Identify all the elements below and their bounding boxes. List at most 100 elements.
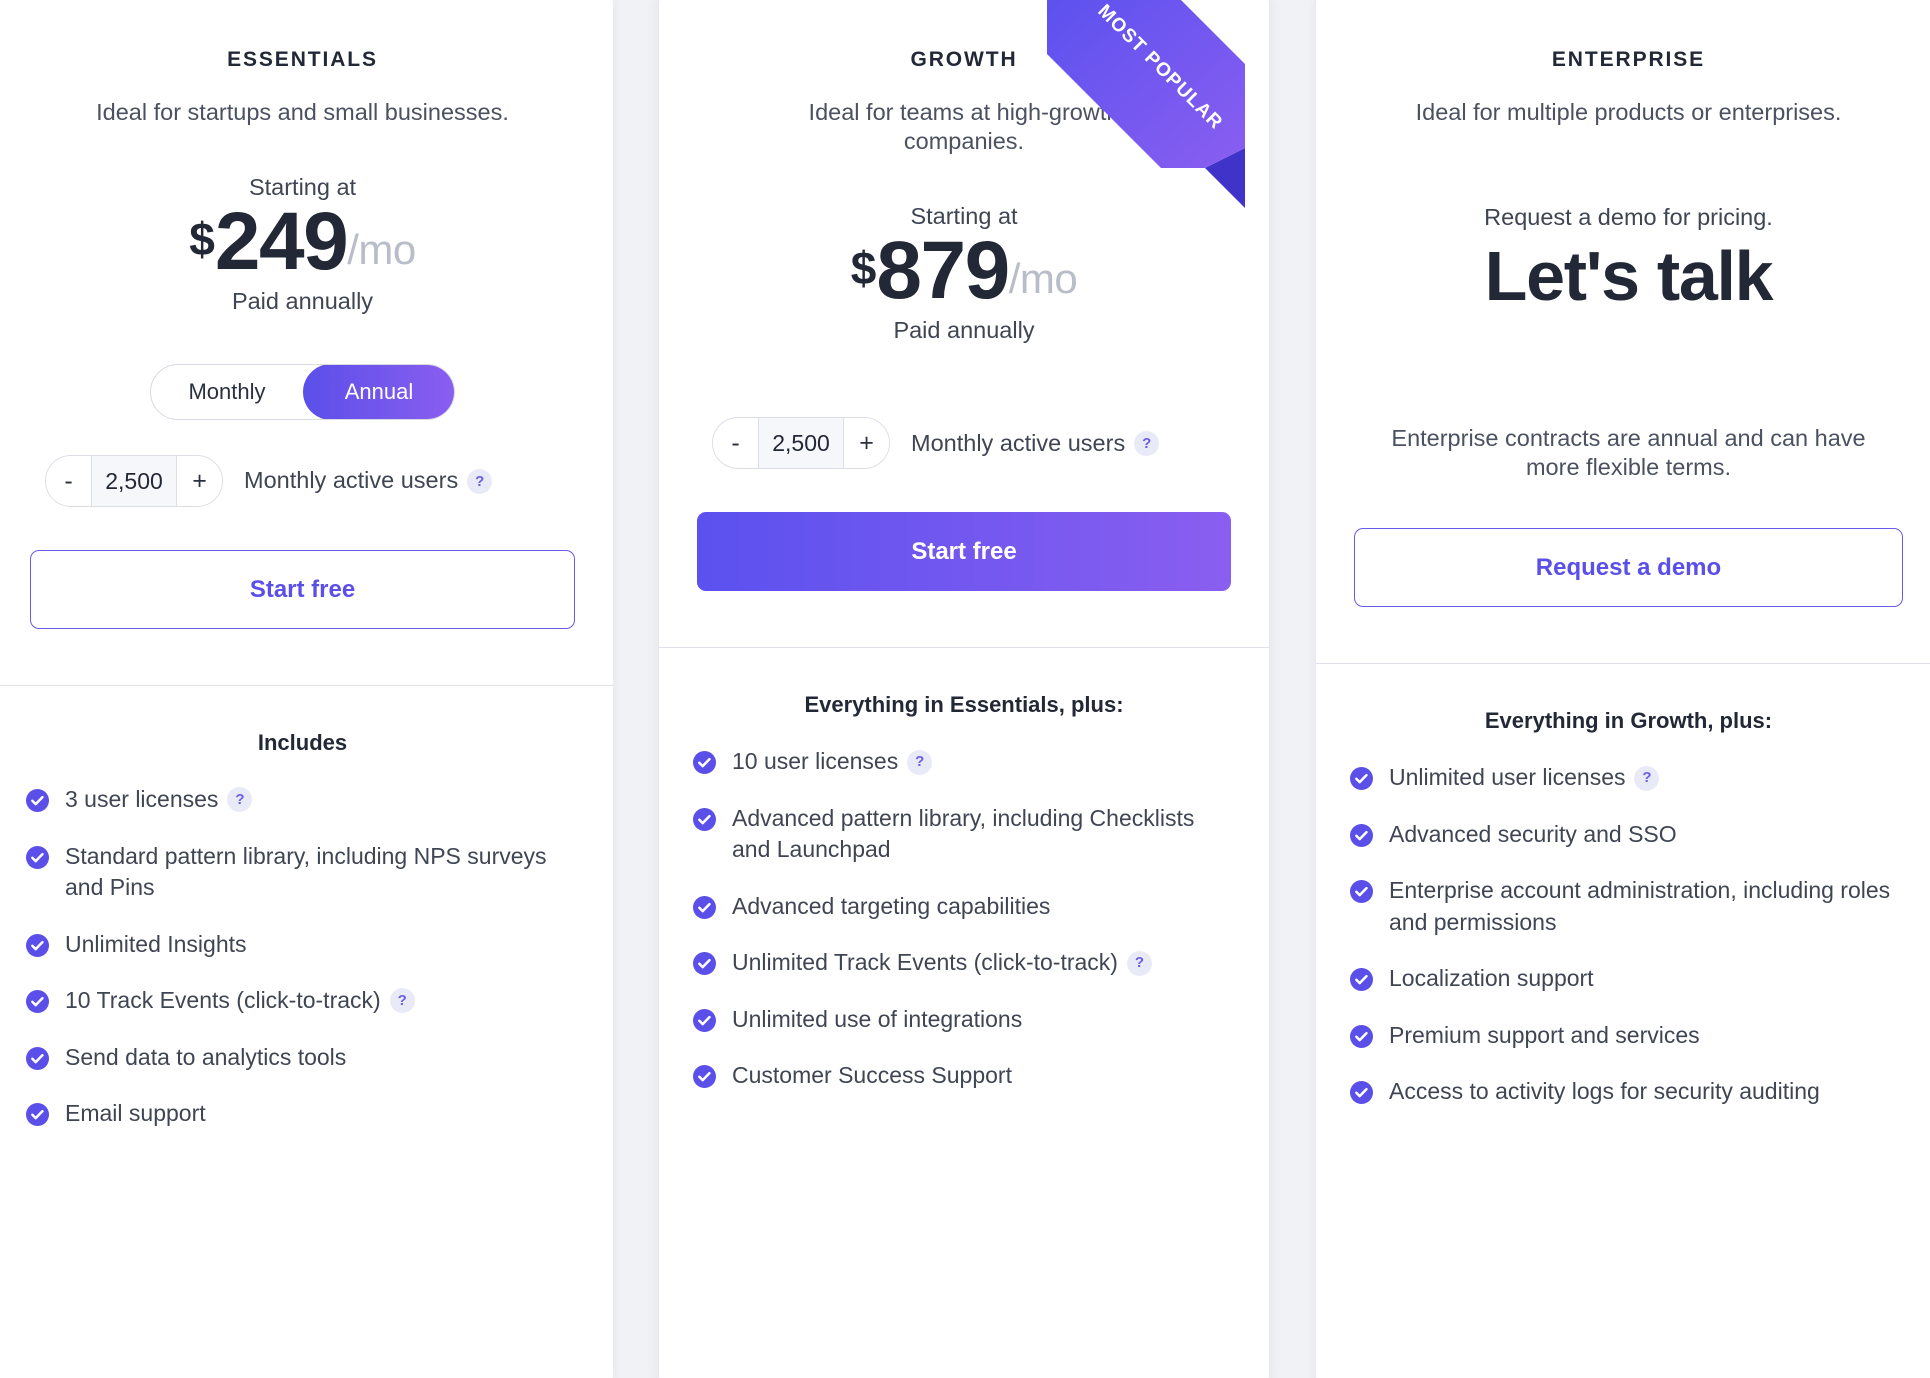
mau-decrement-button-essentials[interactable]: - xyxy=(46,456,91,507)
feature-item: Access to activity logs for security aud… xyxy=(1350,1076,1907,1108)
mau-value-growth[interactable]: 2,500 xyxy=(758,418,844,469)
feature-text: Unlimited Track Events (click-to-track)? xyxy=(732,947,1152,979)
check-circle-icon xyxy=(1350,1081,1373,1105)
feature-text: Unlimited use of integrations xyxy=(732,1005,1023,1032)
feature-text: 10 user licenses? xyxy=(732,746,933,778)
cta-start-free-growth[interactable]: Start free xyxy=(697,512,1231,592)
check-circle-icon xyxy=(693,952,716,976)
mau-value-essentials[interactable]: 2,500 xyxy=(91,456,177,507)
check-circle-icon xyxy=(1350,823,1373,847)
mau-stepper-essentials[interactable]: - 2,500 + xyxy=(45,455,223,508)
mau-label-growth: Monthly active users? xyxy=(911,430,1160,457)
feature-text: Enterprise account administration, inclu… xyxy=(1389,877,1891,935)
help-icon-feature[interactable]: ? xyxy=(1634,765,1660,791)
check-circle-icon xyxy=(693,1008,716,1032)
spacer-growth xyxy=(659,591,1269,647)
check-circle-icon xyxy=(693,751,716,775)
price-amount-essentials: 249 xyxy=(214,196,349,288)
mau-increment-button-growth[interactable]: + xyxy=(844,418,889,469)
mau-increment-button-essentials[interactable]: + xyxy=(177,456,222,507)
help-icon-feature[interactable]: ? xyxy=(389,988,415,1014)
feature-text: Customer Success Support xyxy=(732,1062,1012,1089)
paid-annually-note-growth: Paid annually xyxy=(893,317,1035,344)
help-icon-feature[interactable]: ? xyxy=(227,787,253,813)
feature-item: Email support xyxy=(26,1098,579,1130)
plan-tagline-enterprise: Ideal for multiple products or enterpris… xyxy=(1415,99,1842,125)
check-circle-icon xyxy=(693,1065,716,1089)
enterprise-terms-note: Enterprise contracts are annual and can … xyxy=(1391,424,1866,480)
feature-text: 3 user licenses? xyxy=(65,784,253,816)
check-circle-icon xyxy=(1350,767,1373,791)
feature-item: Localization support xyxy=(1350,963,1907,995)
plan-title-enterprise: ENTERPRISE xyxy=(1551,48,1706,71)
feature-text: Unlimited Insights xyxy=(65,930,247,957)
paid-annually-note-essentials: Paid annually xyxy=(231,288,374,315)
mau-row-growth: - 2,500 + Monthly active users? xyxy=(693,417,1235,470)
help-icon-mau-growth[interactable]: ? xyxy=(1134,430,1160,456)
feature-item: Premium support and services xyxy=(1350,1020,1907,1052)
demo-block-enterprise: Request a demo for pricing. Let's talk xyxy=(1350,204,1907,315)
feature-label: 3 user licenses xyxy=(65,786,219,813)
price-period-essentials: /mo xyxy=(347,226,416,274)
feature-text: Advanced security and SSO xyxy=(1389,820,1677,847)
help-icon-feature[interactable]: ? xyxy=(907,749,933,775)
check-circle-icon xyxy=(1350,1024,1373,1048)
features-heading-essentials: Includes xyxy=(257,730,348,756)
feature-label: Unlimited user licenses xyxy=(1389,764,1626,791)
help-icon-mau-essentials[interactable]: ? xyxy=(467,468,493,494)
feature-item: 10 user licenses? xyxy=(693,746,1235,778)
plan-title-essentials: ESSENTIALS xyxy=(227,48,378,71)
price-block-growth: Starting at $ 879 /mo Paid annually xyxy=(693,203,1235,344)
features-section-essentials: Includes 3 user licenses? Standard patte… xyxy=(0,686,613,1155)
plan-header-essentials: ESSENTIALS Ideal for startups and small … xyxy=(0,0,613,630)
features-section-growth: Everything in Essentials, plus: 10 user … xyxy=(659,648,1269,1117)
spacer-essentials xyxy=(0,629,613,685)
currency-symbol-essentials: $ xyxy=(189,213,215,266)
feature-item: Unlimited use of integrations xyxy=(693,1004,1235,1036)
feature-item: 10 Track Events (click-to-track)? xyxy=(26,985,579,1017)
features-heading-growth: Everything in Essentials, plus: xyxy=(804,692,1124,718)
check-circle-icon xyxy=(26,990,49,1014)
check-circle-icon xyxy=(26,933,49,957)
feature-text: Standard pattern library, including NPS … xyxy=(65,842,547,901)
feature-item: Advanced pattern library, including Chec… xyxy=(693,803,1235,866)
feature-text: Advanced pattern library, including Chec… xyxy=(732,804,1195,863)
feature-text: Premium support and services xyxy=(1389,1021,1700,1048)
cta-request-demo-enterprise[interactable]: Request a demo xyxy=(1354,528,1903,608)
plan-tagline-growth: Ideal for teams at high-growth companies… xyxy=(808,99,1120,155)
price-amount-growth: 879 xyxy=(876,225,1010,317)
plan-card-essentials: ESSENTIALS Ideal for startups and small … xyxy=(0,0,613,1378)
feature-label: Unlimited Track Events (click-to-track) xyxy=(732,949,1118,976)
demo-subtitle-enterprise: Request a demo for pricing. xyxy=(1484,204,1773,231)
feature-label: 10 Track Events (click-to-track) xyxy=(65,987,381,1014)
check-circle-icon xyxy=(1350,880,1373,904)
feature-label: 10 user licenses xyxy=(732,748,899,775)
feature-item: Advanced security and SSO xyxy=(1350,819,1907,851)
feature-item: Advanced targeting capabilities xyxy=(693,891,1235,923)
plan-header-growth: GROWTH Ideal for teams at high-growth co… xyxy=(659,0,1269,592)
feature-item: Unlimited Insights xyxy=(26,929,579,961)
feature-item: Unlimited user licenses? xyxy=(1350,762,1907,794)
mau-row-essentials: - 2,500 + Monthly active users? xyxy=(26,455,579,508)
feature-text: Advanced targeting capabilities xyxy=(732,892,1051,919)
billing-cycle-toggle[interactable]: Monthly Annual xyxy=(150,364,455,421)
feature-item: Unlimited Track Events (click-to-track)? xyxy=(693,947,1235,979)
plan-card-enterprise: ENTERPRISE Ideal for multiple products o… xyxy=(1316,0,1930,1378)
feature-item: Send data to analytics tools xyxy=(26,1042,579,1074)
feature-text: Access to activity logs for security aud… xyxy=(1389,1078,1820,1105)
check-circle-icon xyxy=(1350,968,1373,992)
mau-decrement-button-growth[interactable]: - xyxy=(713,418,758,469)
check-circle-icon xyxy=(26,1103,49,1127)
feature-text: Unlimited user licenses? xyxy=(1389,762,1660,794)
billing-toggle-annual[interactable]: Annual xyxy=(303,365,454,420)
features-heading-enterprise: Everything in Growth, plus: xyxy=(1484,708,1773,734)
check-circle-icon xyxy=(693,807,716,831)
help-icon-feature[interactable]: ? xyxy=(1126,950,1152,976)
feature-item: Enterprise account administration, inclu… xyxy=(1350,875,1907,938)
features-section-enterprise: Everything in Growth, plus: Unlimited us… xyxy=(1316,664,1930,1133)
currency-symbol-growth: $ xyxy=(850,242,877,295)
mau-stepper-growth[interactable]: - 2,500 + xyxy=(712,417,890,470)
billing-toggle-monthly[interactable]: Monthly xyxy=(151,365,303,419)
mau-label-essentials: Monthly active users? xyxy=(244,467,493,494)
cta-start-free-essentials[interactable]: Start free xyxy=(30,550,575,630)
